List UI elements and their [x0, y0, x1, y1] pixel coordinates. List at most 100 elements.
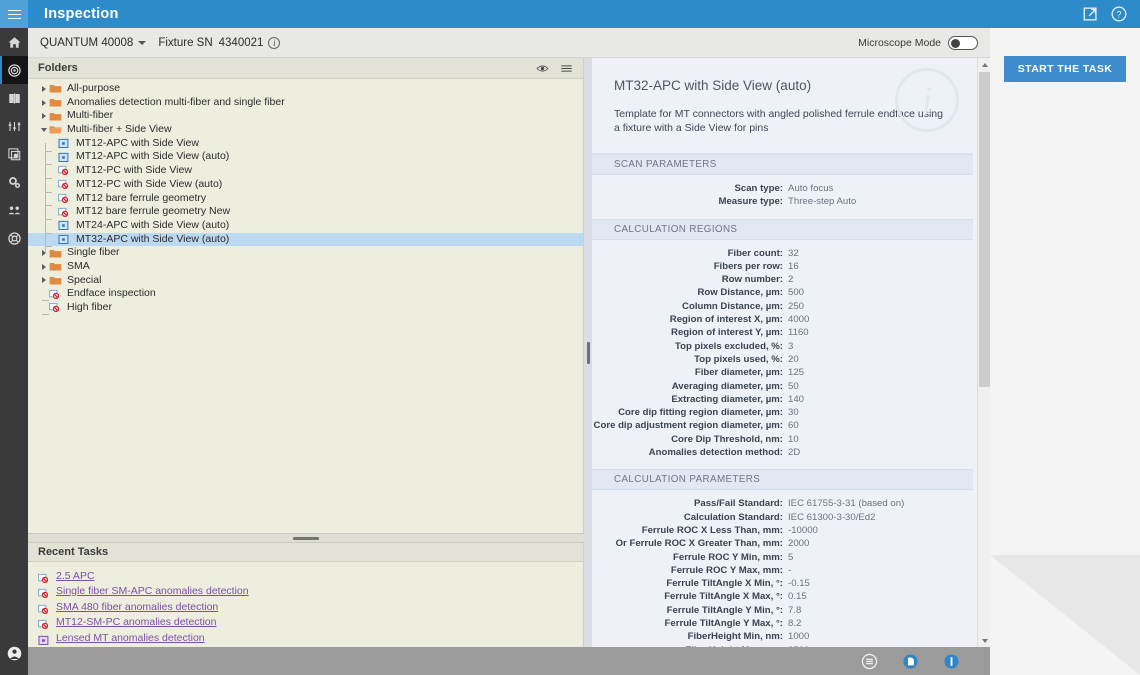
tree-item-special[interactable]: Special [28, 274, 583, 288]
tree-item-mt12-bare-ferrule-geometry[interactable]: MT12 bare ferrule geometry [28, 192, 583, 214]
details-scrollbar[interactable] [977, 58, 990, 647]
tree-item-label: Multi-fiber [67, 109, 114, 122]
sidebar-item-users[interactable] [0, 196, 28, 224]
sidebar-item-reports[interactable] [0, 84, 28, 112]
help-icon[interactable]: ? [1110, 5, 1128, 23]
tree-item-icon [49, 302, 62, 313]
gears-icon [8, 176, 20, 188]
tree-item-single-fiber[interactable]: Single fiber [28, 246, 583, 260]
recent-task-link[interactable]: Single fiber SM-APC anomalies detection [56, 585, 249, 598]
parameter-value: -0.15 [788, 578, 810, 590]
parameter-label: Ferrule ROC Y Min, mm: [673, 551, 783, 563]
start-task-button[interactable]: START THE TASK [1004, 56, 1126, 82]
export-icon[interactable] [1082, 5, 1100, 23]
parameter-label: Calculation Standard: [683, 511, 783, 523]
folder-tree[interactable]: All-purpose Anomalies detection multi-fib… [28, 79, 583, 533]
recent-task-link[interactable]: Lensed MT anomalies detection [56, 632, 205, 645]
tree-item-mt32-apc-with-side-view-auto[interactable]: MT32-APC with Side View (auto) [28, 232, 583, 255]
sliders-settings-icon [8, 121, 20, 131]
parameter-value: 50 [788, 380, 799, 392]
parameter-label: Row Distance, µm: [697, 287, 784, 299]
recent-task-item[interactable]: SMA 480 fiber anomalies detection [38, 601, 583, 614]
info-icon[interactable]: i [268, 36, 281, 49]
sidebar-item-home[interactable] [0, 28, 28, 56]
tree-expander[interactable] [38, 250, 49, 257]
parameter-row: Top pixels excluded, %: 3 [592, 340, 973, 353]
tree-item-mt12-pc-with-side-view[interactable]: MT12-PC with Side View [28, 164, 583, 186]
recent-task-item[interactable]: MT12-SM-PC anomalies detection [38, 616, 583, 630]
sidebar-item-images[interactable] [0, 140, 28, 168]
parameter-label: Or Ferrule ROC X Greater Than, mm: [615, 538, 783, 550]
recent-task-link[interactable]: MT12-SM-PC anomalies detection [56, 616, 216, 629]
tree-item-icon [49, 261, 62, 272]
document-status-icon[interactable] [902, 653, 919, 670]
recent-tasks-list[interactable]: 2.5 APC Single fiber SM-APC anomalies det… [28, 562, 583, 648]
svg-text:?: ? [1116, 10, 1121, 20]
title-bar: Inspection ? [0, 0, 1140, 28]
sidebar-item-configuration[interactable] [0, 168, 28, 196]
tree-expander[interactable] [38, 127, 49, 132]
device-selector-label[interactable]: QUANTUM 40008 [40, 37, 133, 49]
folders-title: Folders [38, 62, 78, 74]
tree-item-multi-fiber-side-view[interactable]: Multi-fiber + Side View [28, 123, 583, 137]
scroll-up-button[interactable] [978, 58, 990, 71]
chevron-down-icon[interactable] [138, 40, 147, 45]
tree-expander[interactable] [38, 277, 49, 284]
folder-icon [49, 85, 62, 93]
titlebar-actions: ? [1082, 5, 1140, 23]
recent-task-link[interactable]: 2.5 APC [56, 570, 95, 583]
info-watermark-icon: i [895, 68, 959, 132]
parameter-row: Pass/Fail Standard: IEC 61755-3-31 (based… [592, 497, 973, 510]
scrollbar-thumb[interactable] [979, 72, 990, 387]
parameter-value: IEC 61300-3-30/Ed2 [788, 511, 876, 523]
status-bar-icons [861, 653, 990, 670]
parameter-label: Top pixels excluded, %: [674, 340, 783, 352]
tree-expander[interactable] [38, 113, 49, 120]
microscope-mode-control: Microscope Mode [858, 35, 978, 50]
recent-task-link[interactable]: SMA 480 fiber anomalies detection [56, 601, 218, 614]
hamburger-menu-button[interactable] [0, 0, 28, 28]
list-menu-icon[interactable] [560, 63, 573, 74]
details-panel: i MT32-APC with Side View (auto) Templat… [592, 58, 990, 647]
list-status-icon[interactable] [861, 653, 878, 670]
blocked-template-icon [38, 619, 49, 630]
recent-task-item[interactable]: Lensed MT anomalies detection [38, 632, 583, 645]
microscope-mode-toggle[interactable] [948, 35, 978, 50]
sidebar-item-inspection[interactable] [0, 56, 28, 84]
tree-item-high-fiber[interactable]: High fiber [28, 301, 583, 315]
tree-expander[interactable] [38, 85, 49, 92]
parameter-label: Ferrule ROC X Less Than, mm: [641, 524, 783, 536]
section-parameter-list: Pass/Fail Standard: IEC 61755-3-31 (based… [592, 490, 973, 647]
tree-item-mt12-apc-with-side-view-auto[interactable]: MT12-APC with Side View (auto) [28, 150, 583, 173]
sidebar-item-support[interactable] [0, 224, 28, 252]
tree-item-anomalies-detection-multi-fiber-and-single-fiber[interactable]: Anomalies detection multi-fiber and sing… [28, 96, 583, 110]
horizontal-splitter[interactable] [28, 533, 584, 543]
tree-item-all-purpose[interactable]: All-purpose [28, 82, 583, 96]
scroll-down-button[interactable] [978, 634, 990, 647]
vertical-splitter[interactable] [584, 58, 592, 647]
tree-item-mt12-apc-with-side-view[interactable]: MT12-APC with Side View [28, 137, 583, 159]
parameter-row: Fiber diameter, µm: 125 [592, 366, 973, 379]
tree-item-endface-inspection[interactable]: Endface inspection [28, 287, 583, 302]
account-button[interactable] [0, 639, 28, 667]
recent-task-item[interactable]: Single fiber SM-APC anomalies detection [38, 585, 583, 599]
folder-icon [49, 263, 62, 271]
tree-item-mt24-apc-with-side-view-auto[interactable]: MT24-APC with Side View (auto) [28, 219, 583, 241]
scroll-up-arrow-icon [981, 62, 988, 67]
tree-item-icon [58, 152, 71, 163]
template-icon [58, 138, 69, 149]
parameter-row: Ferrule TiltAngle X Max, °: 0.15 [592, 590, 973, 603]
sidebar-item-parameters[interactable] [0, 112, 28, 140]
recent-task-item[interactable]: 2.5 APC [38, 570, 583, 583]
tree-item-sma[interactable]: SMA [28, 260, 583, 274]
recent-task-icon [38, 617, 51, 630]
tree-item-multi-fiber[interactable]: Multi-fiber [28, 109, 583, 123]
tree-item-label: MT12-APC with Side View (auto) [76, 150, 230, 163]
parameter-value: 30 [788, 407, 799, 419]
tree-expander[interactable] [38, 99, 49, 106]
tree-expander[interactable] [38, 263, 49, 270]
info-status-icon[interactable] [943, 653, 960, 670]
tree-item-mt12-pc-with-side-view-auto[interactable]: MT12-PC with Side View (auto) [28, 178, 583, 200]
eye-visibility-icon[interactable] [536, 63, 549, 74]
tree-item-mt12-bare-ferrule-geometry-new[interactable]: MT12 bare ferrule geometry New [28, 205, 583, 228]
